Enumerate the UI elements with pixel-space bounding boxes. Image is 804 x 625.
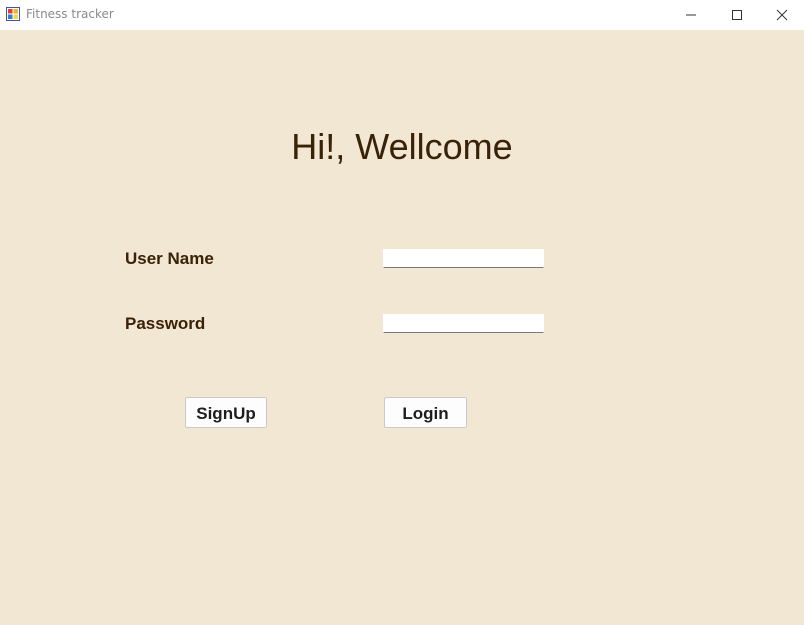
close-icon <box>776 9 788 21</box>
login-form: Hi!, Wellcome User Name Password SignUp … <box>0 30 804 625</box>
signup-button[interactable]: SignUp <box>185 397 267 428</box>
username-label: User Name <box>125 249 214 268</box>
maximize-icon <box>732 10 742 20</box>
app-icon <box>6 7 20 21</box>
window-title: Fitness tracker <box>26 7 114 21</box>
title-bar[interactable]: Fitness tracker <box>0 0 804 30</box>
password-label: Password <box>125 314 206 333</box>
login-button[interactable]: Login <box>384 397 467 428</box>
app-window: Fitness tracker Hi!, Wellcome User Name … <box>0 0 804 625</box>
welcome-heading: Hi!, Wellcome <box>291 126 513 167</box>
close-button[interactable] <box>759 0 804 30</box>
minimize-icon <box>686 14 696 16</box>
username-input[interactable] <box>383 249 544 268</box>
maximize-button[interactable] <box>714 0 760 30</box>
minimize-button[interactable] <box>668 0 714 30</box>
password-input[interactable] <box>383 314 544 333</box>
